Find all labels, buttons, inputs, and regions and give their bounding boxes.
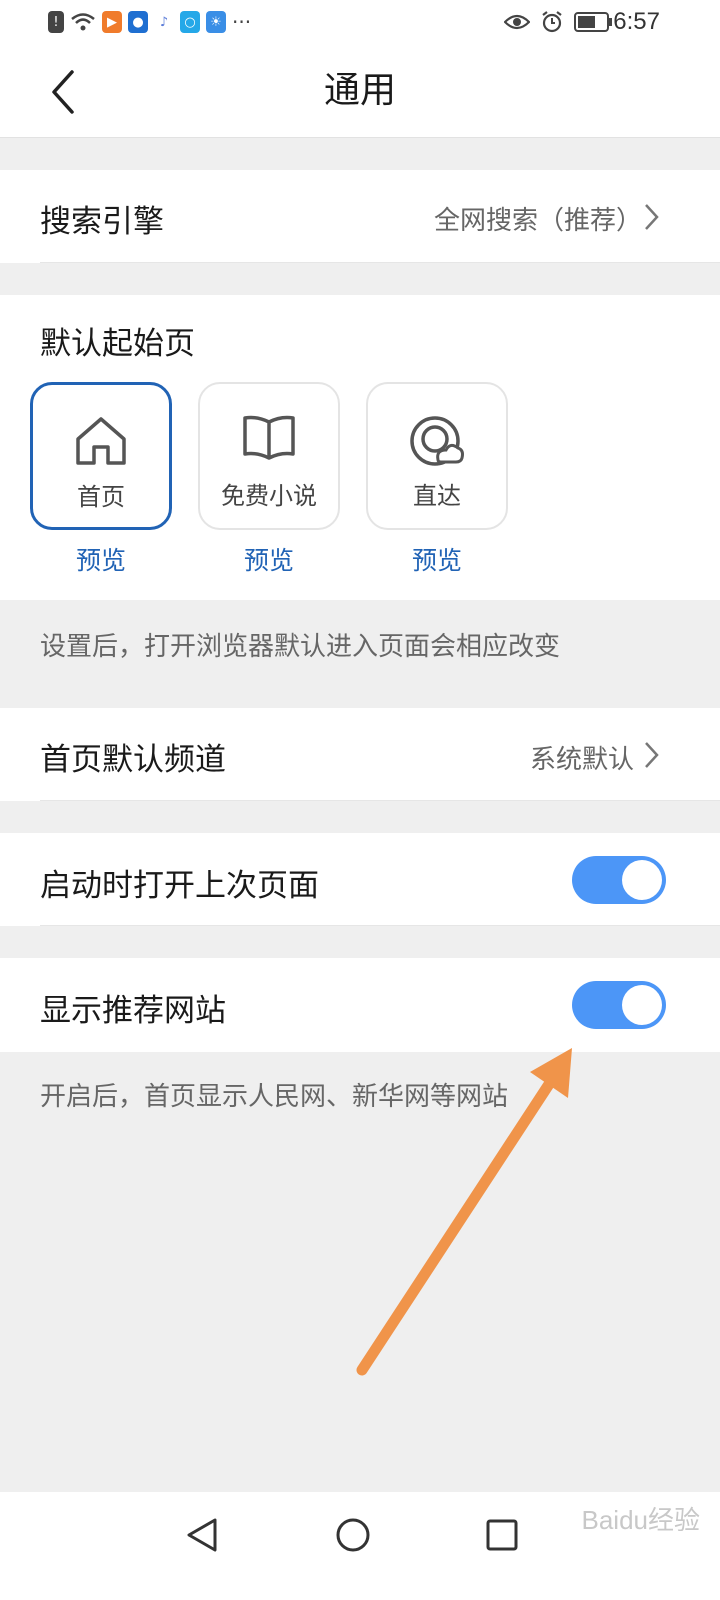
- status-icons: ! ▶ ● ♪ ○ ☀ ···: [48, 8, 251, 36]
- wifi-icon: [71, 13, 95, 31]
- status-time: 6:57: [613, 8, 660, 35]
- chevron-right-icon: [645, 742, 659, 768]
- open-last-label: 启动时打开上次页面: [40, 868, 319, 904]
- start-page-hint: 设置后，打开浏览器默认进入页面会相应改变: [40, 632, 561, 662]
- start-option-novel-label: 免费小说: [221, 482, 317, 510]
- book-icon: [243, 415, 295, 460]
- preview-link-novel[interactable]: 预览: [198, 541, 340, 577]
- start-option-home[interactable]: 首页: [30, 382, 172, 530]
- show-sites-label: 显示推荐网站: [40, 993, 226, 1029]
- search-app-icon: ○: [180, 11, 200, 33]
- watermark: Baidu经验: [581, 1505, 701, 1535]
- status-more: ···: [232, 10, 252, 34]
- show-sites-hint: 开启后，首页显示人民网、新华网等网站: [40, 1082, 509, 1112]
- nav-back-button[interactable]: [172, 1505, 232, 1565]
- eye-icon: [504, 14, 530, 30]
- home-channel-label: 首页默认频道: [40, 742, 226, 778]
- open-last-toggle[interactable]: [572, 856, 666, 904]
- toggle-knob: [622, 985, 662, 1025]
- triangle-back-icon: [187, 1518, 217, 1552]
- battery-icon: [574, 12, 612, 32]
- start-option-direct[interactable]: 直达: [366, 382, 508, 530]
- show-sites-toggle[interactable]: [572, 981, 666, 1029]
- direct-cloud-icon: [410, 416, 464, 466]
- preview-link-home[interactable]: 预览: [30, 541, 172, 577]
- bulb-app-icon: ●: [128, 11, 148, 33]
- alarm-icon: [542, 11, 562, 33]
- status-system-icons: [504, 10, 614, 34]
- home-channel-value: 系统默认: [529, 745, 634, 775]
- page-title: 通用: [323, 70, 396, 111]
- video-app-icon: ▶: [102, 11, 122, 33]
- start-option-home-label: 首页: [77, 483, 125, 511]
- alert-icon: !: [48, 11, 64, 33]
- music-app-icon: ♪: [154, 11, 174, 33]
- chevron-right-icon: [645, 204, 659, 230]
- search-engine-value: 全网搜索（推荐）: [433, 206, 642, 236]
- divider: [40, 800, 720, 801]
- start-option-novel[interactable]: 免费小说: [198, 382, 340, 530]
- square-recents-icon: [486, 1519, 518, 1551]
- nav-home-button[interactable]: [323, 1505, 383, 1565]
- preview-link-direct[interactable]: 预览: [366, 541, 508, 577]
- circle-home-icon: [336, 1518, 370, 1552]
- start-option-direct-label: 直达: [413, 482, 461, 510]
- divider: [40, 925, 720, 926]
- start-page-label: 默认起始页: [40, 326, 195, 362]
- home-icon: [76, 417, 126, 465]
- toggle-knob: [622, 860, 662, 900]
- weather-app-icon: ☀: [206, 11, 226, 33]
- nav-recents-button[interactable]: [472, 1505, 532, 1565]
- search-engine-label: 搜索引擎: [40, 204, 164, 240]
- divider: [40, 262, 720, 263]
